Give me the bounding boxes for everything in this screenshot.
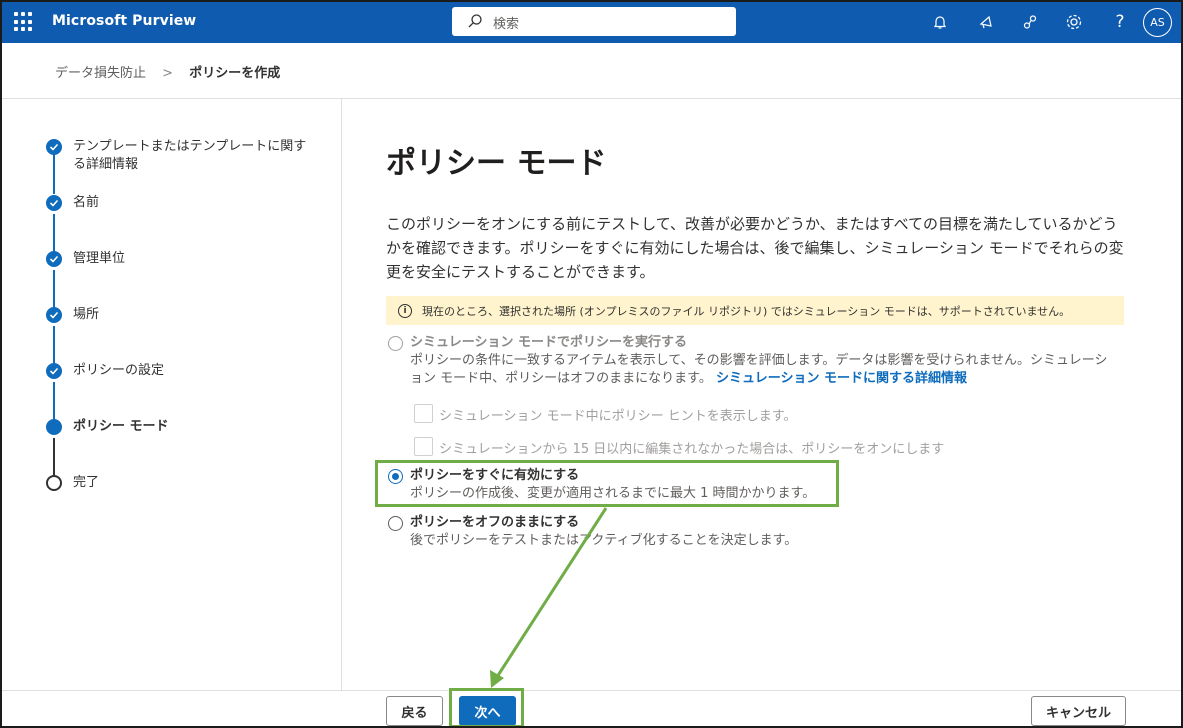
window: Microsoft Purview 検索 ? AS データ損失防止 > ポリシー… bbox=[0, 0, 1183, 728]
annotation-arrow bbox=[490, 507, 608, 688]
